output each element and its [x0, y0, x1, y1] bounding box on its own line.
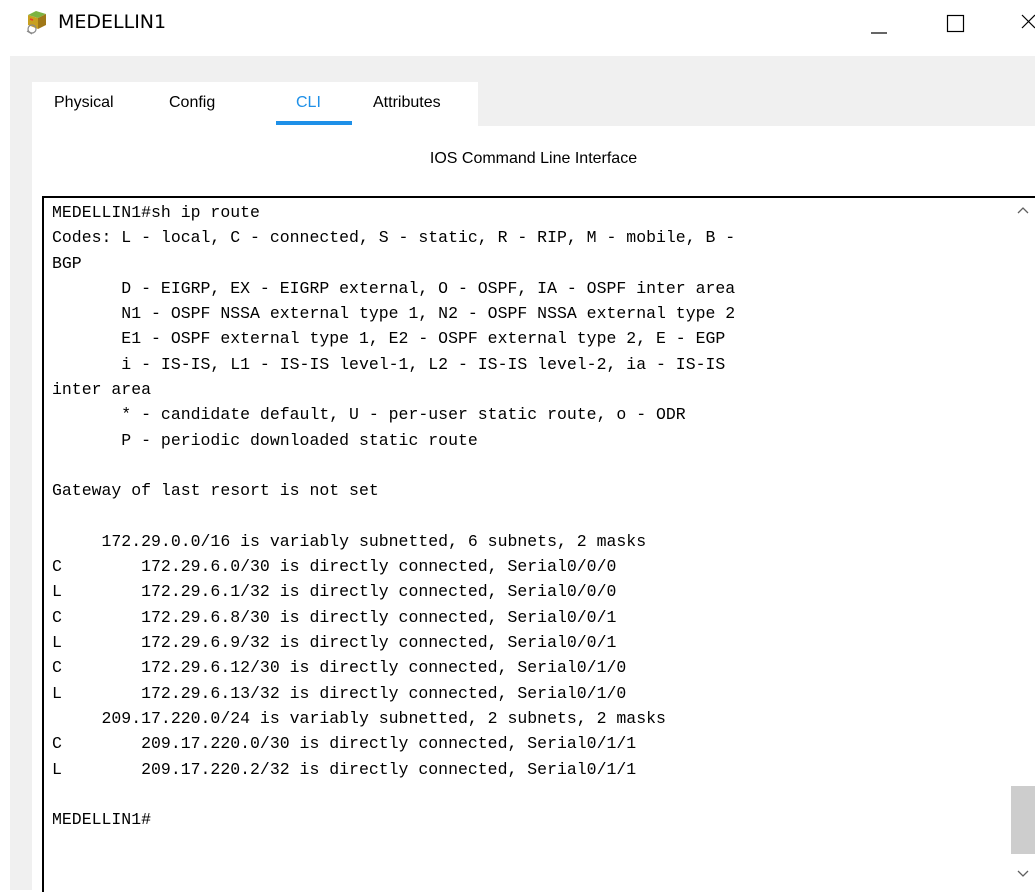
tab-attributes[interactable]: Attributes	[373, 94, 441, 112]
terminal-line: C 172.29.6.8/30 is directly connected, S…	[52, 607, 617, 627]
terminal-line: L 172.29.6.9/32 is directly connected, S…	[52, 633, 617, 653]
terminal-line: * - candidate default, U - per-user stat…	[52, 405, 686, 425]
panel-title: IOS Command Line Interface	[429, 150, 638, 167]
terminal-line: C 172.29.6.0/30 is directly connected, S…	[52, 557, 617, 577]
maximize-icon	[946, 14, 965, 33]
chevron-up-icon[interactable]	[1017, 206, 1029, 214]
terminal-line: Codes: L - local, C - connected, S - sta…	[52, 228, 736, 248]
tab-cli[interactable]: CLI	[296, 94, 321, 112]
title-bar: MEDELLIN1	[0, 0, 1035, 56]
terminal-line: L 172.29.6.13/32 is directly connected, …	[52, 683, 627, 703]
cli-panel: IOS Command Line Interface MEDELLIN1#sh …	[32, 126, 1035, 892]
terminal-line: Gateway of last resort is not set	[52, 481, 379, 501]
window-title: MEDELLIN1	[58, 11, 167, 33]
scrollbar-thumb[interactable]	[1011, 786, 1035, 854]
vertical-scrollbar[interactable]	[1009, 198, 1035, 892]
terminal-line: MEDELLIN1#sh ip route	[52, 203, 260, 222]
terminal-line: C 209.17.220.0/30 is directly connected,…	[52, 734, 637, 754]
minimize-button[interactable]	[856, 0, 902, 44]
terminal-output: MEDELLIN1#sh ip route Codes: L - local, C…	[52, 200, 1002, 832]
close-icon	[1021, 14, 1035, 29]
terminal-line: MEDELLIN1#	[52, 810, 152, 830]
cli-terminal[interactable]: MEDELLIN1#sh ip route Codes: L - local, C…	[42, 196, 1035, 892]
terminal-line: 209.17.220.0/24 is variably subnetted, 2…	[52, 708, 666, 728]
terminal-line: C 172.29.6.12/30 is directly connected, …	[52, 658, 627, 678]
chevron-down-icon[interactable]	[1017, 870, 1029, 878]
terminal-line: E1 - OSPF external type 1, E2 - OSPF ext…	[52, 329, 726, 349]
terminal-line: 172.29.0.0/16 is variably subnetted, 6 s…	[52, 531, 647, 551]
tab-strip: Physical Config CLI Attributes	[32, 82, 478, 126]
tab-physical[interactable]: Physical	[54, 94, 114, 112]
active-tab-indicator	[276, 121, 352, 125]
terminal-line: BGP	[52, 253, 82, 273]
terminal-line: L 172.29.6.1/32 is directly connected, S…	[52, 582, 617, 602]
terminal-line: L 209.17.220.2/32 is directly connected,…	[52, 759, 637, 779]
close-button[interactable]	[1008, 0, 1035, 44]
terminal-line: P - periodic downloaded static route	[52, 430, 478, 450]
terminal-line: inter area	[52, 380, 152, 400]
minimize-icon	[871, 32, 887, 34]
router-icon	[26, 11, 46, 35]
maximize-button[interactable]	[932, 0, 978, 44]
terminal-line: N1 - OSPF NSSA external type 1, N2 - OSP…	[52, 304, 736, 324]
tab-config[interactable]: Config	[169, 94, 215, 112]
window-client-area: Physical Config CLI Attributes IOS Comma…	[10, 56, 1035, 892]
terminal-line: D - EIGRP, EX - EIGRP external, O - OSPF…	[52, 278, 736, 298]
terminal-line: i - IS-IS, L1 - IS-IS level-1, L2 - IS-I…	[52, 354, 726, 374]
